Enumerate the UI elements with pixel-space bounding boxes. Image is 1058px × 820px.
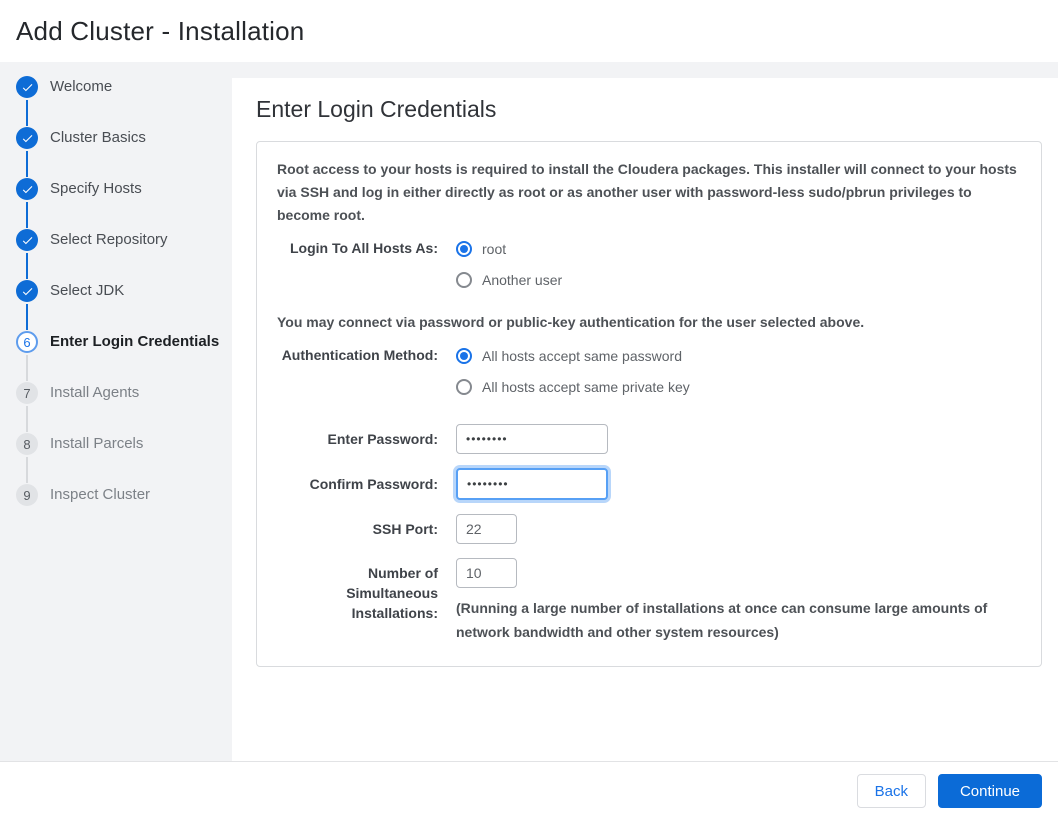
back-button[interactable]: Back — [856, 774, 926, 808]
simultaneous-installations-input[interactable] — [456, 558, 517, 588]
simultaneous-installations-label: Number of Simultaneous Installations: — [346, 565, 438, 621]
section-heading: Enter Login Credentials — [256, 96, 497, 122]
simultaneous-installations-row: Number of Simultaneous Installations: (R… — [277, 558, 1021, 644]
ssh-port-row: SSH Port: — [277, 514, 1021, 544]
step-check-icon — [16, 229, 38, 251]
ssh-port-input[interactable] — [456, 514, 517, 544]
step-label: Install Parcels — [50, 435, 144, 452]
confirm-password-label: Confirm Password: — [309, 476, 438, 492]
radio-label: Another user — [482, 271, 563, 288]
radio-selected-icon[interactable] — [456, 240, 472, 257]
confirm-password-ctrl — [456, 468, 608, 500]
step-label: Specify Hosts — [50, 180, 142, 197]
step-label: Enter Login Credentials — [50, 333, 220, 350]
login-as-row: Login To All Hosts As: root Another user — [277, 233, 1021, 295]
radio-option-same-private-key[interactable]: All hosts accept same private key — [456, 371, 690, 402]
ssh-port-label: SSH Port: — [372, 521, 438, 537]
sidebar-item-install-parcels[interactable]: 8 Install Parcels — [16, 433, 232, 484]
sidebar-item-install-agents[interactable]: 7 Install Agents — [16, 382, 232, 433]
wizard-footer: Back Continue — [0, 761, 1058, 820]
step-label: Select Repository — [50, 231, 168, 248]
wizard-steps-sidebar: Welcome Cluster Basics Specify Hosts Sel… — [0, 62, 232, 761]
step-label: Inspect Cluster — [50, 486, 151, 503]
step-number-badge: 7 — [16, 382, 38, 404]
step-label: Welcome — [50, 78, 113, 95]
sidebar-item-cluster-basics[interactable]: Cluster Basics — [16, 127, 232, 178]
page-header: Add Cluster - Installation — [0, 0, 1058, 62]
radio-option-another-user[interactable]: Another user — [456, 264, 562, 295]
simultaneous-installations-ctrl: (Running a large number of installations… — [456, 558, 1016, 644]
step-label: Install Agents — [50, 384, 140, 401]
auth-method-row: Authentication Method: All hosts accept … — [277, 340, 1021, 402]
simultaneous-installations-note: (Running a large number of installations… — [456, 600, 988, 640]
step-number-badge: 9 — [16, 484, 38, 506]
radio-selected-icon[interactable] — [456, 347, 472, 364]
radio-unselected-icon[interactable] — [456, 271, 472, 288]
confirm-password-row: Confirm Password: — [277, 468, 1021, 500]
continue-button[interactable]: Continue — [937, 774, 1042, 808]
radio-label: All hosts accept same private key — [482, 378, 690, 395]
ssh-port-ctrl — [456, 514, 517, 544]
radio-label: All hosts accept same password — [482, 347, 682, 364]
sidebar-item-select-jdk[interactable]: Select JDK — [16, 280, 232, 331]
radio-unselected-icon[interactable] — [456, 378, 472, 395]
page-title: Add Cluster - Installation — [16, 15, 305, 46]
sidebar-item-specify-hosts[interactable]: Specify Hosts — [16, 178, 232, 229]
add-cluster-wizard: Add Cluster - Installation Welcome Clust… — [0, 0, 1058, 820]
step-check-icon — [16, 280, 38, 302]
enter-password-ctrl — [456, 424, 608, 454]
auth-note-text: You may connect via password or public-k… — [277, 314, 865, 330]
enter-password-label: Enter Password: — [327, 431, 438, 447]
login-as-options: root Another user — [456, 233, 562, 295]
intro-text: Root access to your hosts is required to… — [277, 161, 1017, 223]
login-as-label: Login To All Hosts As: — [289, 240, 438, 256]
step-number-badge: 8 — [16, 433, 38, 455]
content-region: Welcome Cluster Basics Specify Hosts Sel… — [0, 62, 1058, 761]
confirm-password-input[interactable] — [456, 468, 608, 500]
step-check-icon — [16, 127, 38, 149]
radio-option-root[interactable]: root — [456, 233, 562, 264]
sidebar-item-enter-login-credentials[interactable]: 6 Enter Login Credentials — [16, 331, 232, 382]
step-check-icon — [16, 178, 38, 200]
auth-method-options: All hosts accept same password All hosts… — [456, 340, 690, 402]
enter-password-input[interactable] — [456, 424, 608, 454]
step-check-icon — [16, 76, 38, 98]
sidebar-item-inspect-cluster[interactable]: 9 Inspect Cluster — [16, 484, 232, 535]
enter-password-row: Enter Password: — [277, 424, 1021, 454]
step-label: Select JDK — [50, 282, 125, 299]
radio-label: root — [482, 240, 507, 257]
radio-option-same-password[interactable]: All hosts accept same password — [456, 340, 690, 371]
main-panel: Enter Login Credentials Root access to y… — [232, 78, 1058, 761]
auth-method-label: Authentication Method: — [281, 347, 438, 363]
sidebar-item-select-repository[interactable]: Select Repository — [16, 229, 232, 280]
sidebar-item-welcome[interactable]: Welcome — [16, 76, 232, 127]
step-number-badge: 6 — [16, 331, 38, 353]
login-credentials-form: Root access to your hosts is required to… — [256, 141, 1042, 667]
step-label: Cluster Basics — [50, 129, 146, 146]
